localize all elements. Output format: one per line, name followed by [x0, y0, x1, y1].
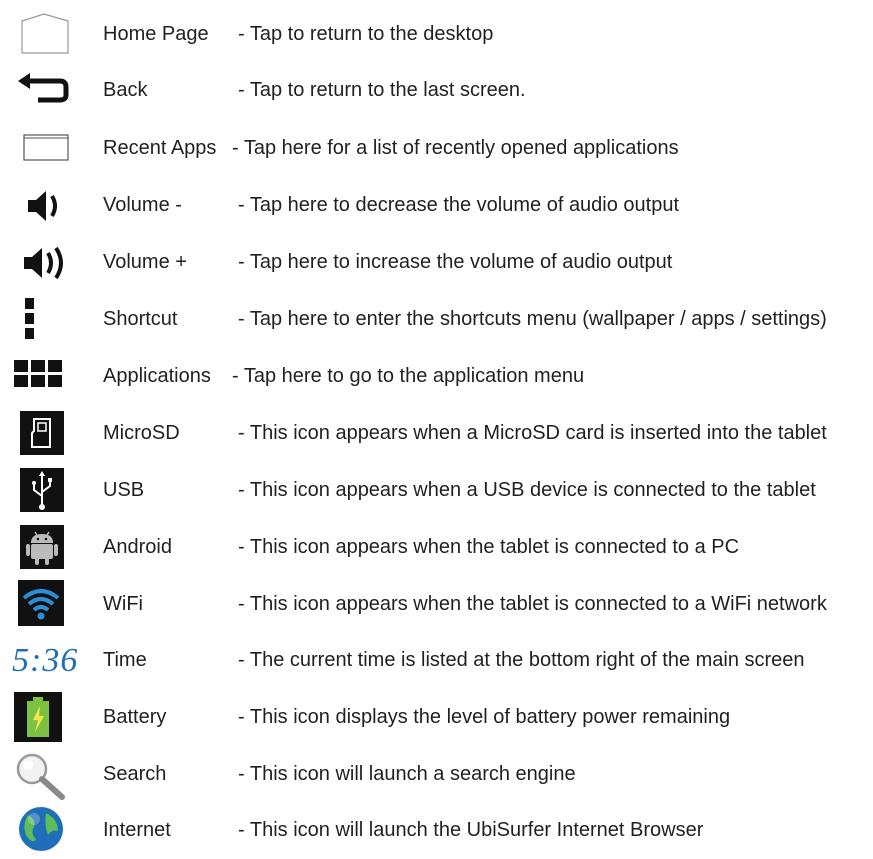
microsd-icon — [0, 405, 90, 462]
volume-down-icon — [0, 177, 90, 234]
legend-row-usb: USB - This icon appears when a USB devic… — [0, 462, 873, 519]
legend-description: - Tap here to decrease the volume of aud… — [238, 194, 680, 216]
legend-name: Volume + — [103, 251, 187, 273]
legend-name: Volume - — [103, 194, 182, 216]
volume-up-icon — [0, 234, 90, 291]
legend-row-microsd: MicroSD - This icon appears when a Micro… — [0, 405, 873, 462]
app-grid-icon — [0, 348, 90, 405]
wifi-icon — [0, 576, 90, 633]
legend-description: - This icon will launch a search engine — [238, 763, 576, 785]
legend-row-back: Back - Tap to return to the last screen. — [0, 62, 873, 119]
home-icon — [0, 6, 90, 63]
legend-name: Back — [103, 79, 148, 101]
legend-description: - Tap here for a list of recently opened… — [232, 137, 679, 159]
legend-name: WiFi — [103, 593, 143, 615]
legend-description: - Tap to return to the last screen. — [238, 79, 526, 101]
time-display: 5:36 — [12, 641, 79, 679]
legend-row-recent-apps: Recent Apps - Tap here for a list of rec… — [0, 120, 873, 177]
legend-description: - Tap to return to the desktop — [238, 23, 494, 45]
legend-name: MicroSD — [103, 422, 180, 444]
legend-name: Battery — [103, 706, 167, 728]
legend-name: Recent Apps — [103, 137, 217, 159]
legend-description: - This icon will launch the UbiSurfer In… — [238, 819, 704, 841]
legend-description: - This icon appears when a USB device is… — [238, 479, 816, 501]
usb-icon — [0, 462, 90, 519]
legend-name: Shortcut — [103, 308, 178, 330]
legend-row-internet: Internet - This icon will launch the Ubi… — [0, 802, 873, 859]
legend-name: USB — [103, 479, 145, 501]
clock-text-icon: 5:36 — [0, 632, 90, 689]
magnifier-icon — [0, 746, 90, 803]
legend-row-time: 5:36 Time - The current time is listed a… — [0, 632, 873, 689]
legend-description: - This icon appears when the tablet is c… — [238, 536, 740, 558]
legend-row-android: Android - This icon appears when the tab… — [0, 519, 873, 576]
legend-description: - This icon displays the level of batter… — [238, 706, 731, 728]
legend-row-wifi: WiFi - This icon appears when the tablet… — [0, 576, 873, 633]
legend-name: Applications — [103, 365, 211, 387]
legend-description: - Tap here to enter the shortcuts menu (… — [238, 308, 827, 330]
legend-description: - This icon appears when a MicroSD card … — [238, 422, 827, 444]
legend-description: - Tap here to go to the application menu — [232, 365, 585, 387]
legend-name: Time — [103, 649, 147, 671]
legend-row-volume-down: Volume - - Tap here to decrease the volu… — [0, 177, 873, 234]
vertical-dots-icon — [0, 291, 90, 348]
globe-icon — [0, 802, 90, 859]
back-arrow-icon — [0, 62, 90, 119]
legend-name: Internet — [103, 819, 171, 841]
legend-name: Home Page — [103, 23, 209, 45]
legend-row-shortcut: Shortcut - Tap here to enter the shortcu… — [0, 291, 873, 348]
legend-description: - This icon appears when the tablet is c… — [238, 593, 827, 615]
legend-row-volume-up: Volume + - Tap here to increase the volu… — [0, 234, 873, 291]
legend-name: Android — [103, 536, 172, 558]
legend-row-battery: Battery - This icon displays the level o… — [0, 689, 873, 746]
legend-name: Search — [103, 763, 167, 785]
recent-apps-icon — [0, 120, 90, 177]
legend-row-search: Search - This icon will launch a search … — [0, 746, 873, 803]
legend-row-applications: Applications - Tap here to go to the app… — [0, 348, 873, 405]
legend-row-home-page: Home Page - Tap to return to the desktop — [0, 6, 873, 63]
legend-description: - Tap here to increase the volume of aud… — [238, 251, 673, 273]
legend-description: - The current time is listed at the bott… — [238, 649, 805, 671]
battery-icon — [0, 689, 90, 746]
android-icon — [0, 519, 90, 576]
